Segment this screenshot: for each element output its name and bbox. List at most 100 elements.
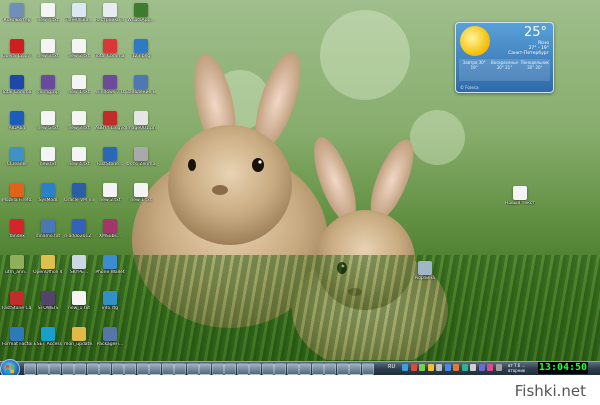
desktop-icon[interactable]: dinamo.txt xyxy=(33,219,63,239)
desktop-icon[interactable]: d-addo2012... xyxy=(64,219,94,239)
desktop-icon[interactable]: AIDA64 xyxy=(2,111,32,131)
desktop-icon[interactable]: CCleaner xyxy=(2,147,32,167)
desktop-icon[interactable]: 123.png xyxy=(126,39,156,59)
desktop-icon-label: Image001.png xyxy=(126,126,156,131)
desktop-icon[interactable]: info.rtg xyxy=(95,291,125,311)
desktop-icon[interactable]: Заявление маршрутн... xyxy=(126,75,156,95)
desktop-icon[interactable]: SysModl xyxy=(33,183,63,203)
desktop-icon-label: SKYPE... xyxy=(69,270,89,275)
desktop-icon-label: utm_ann... xyxy=(4,270,29,275)
desktop-icon[interactable]: new_1.txt xyxy=(64,291,94,311)
language-indicator[interactable]: RU xyxy=(388,364,395,370)
taskbar-app-button[interactable] xyxy=(199,363,211,375)
taskbar-app-button[interactable] xyxy=(299,363,311,375)
desktop-icon[interactable]: Yandex xyxy=(2,219,32,239)
weather-source[interactable]: © Foreca xyxy=(460,85,479,90)
tray-icon[interactable] xyxy=(461,364,468,371)
tray-icon[interactable] xyxy=(402,364,408,371)
desktop-icon[interactable]: Mozilla Firefox xyxy=(2,183,32,203)
taskbar-app-button[interactable] xyxy=(174,363,186,375)
taskbar-app-button[interactable] xyxy=(336,363,349,375)
desktop-icon-label: Opera 12.17 1263 xyxy=(2,54,32,59)
taskbar-app-button[interactable] xyxy=(36,363,49,375)
desktop-icon[interactable]: Opera 12.17 1263 xyxy=(2,39,32,59)
taskbar-app-button[interactable] xyxy=(74,363,86,375)
desktop-icon[interactable]: utm_ann... xyxy=(2,255,32,275)
desktop-icon[interactable]: Windows 7 USB/DVD... xyxy=(95,75,125,95)
taskbar-app-button[interactable] xyxy=(361,363,374,375)
tray-date[interactable]: вт 7.6 ... вторник xyxy=(508,363,525,373)
tray-icon[interactable] xyxy=(487,364,493,371)
desktop-icon[interactable]: ABBYY Lingvo x5 xyxy=(95,111,125,131)
desktop-icon[interactable]: new 1 txt xyxy=(126,183,156,203)
tray-icon[interactable] xyxy=(410,364,417,371)
taskbar-app-button[interactable] xyxy=(236,363,249,375)
desktop-icon[interactable]: Format Factory xyxy=(2,327,32,347)
desktop-icon[interactable]: Панелька... xyxy=(64,3,94,23)
taskbar-app-button[interactable] xyxy=(274,363,286,375)
desktop-icon[interactable]: Oracle VM VirtualBox xyxy=(64,183,94,203)
desktop-icon[interactable]: new 2.txt xyxy=(64,39,94,59)
desktop-icon[interactable]: OpenOffice 4.0.1 xyxy=(33,255,63,275)
desktop-icon[interactable]: new 5.txt xyxy=(33,111,63,131)
taskbar-app-button[interactable] xyxy=(86,363,99,375)
desktop-icon[interactable]: new 3.txt xyxy=(64,111,94,131)
desktop-icon[interactable]: настройки drweb.txt xyxy=(95,3,125,23)
desktop-icon[interactable]: STOWEIS xyxy=(33,291,63,311)
tray-icon[interactable] xyxy=(478,364,485,371)
desktop-icon[interactable]: new 1.txt xyxy=(64,75,94,95)
desktop-icon[interactable]: Компьютер xyxy=(2,3,32,23)
desktop-icon[interactable]: new 4.txt xyxy=(64,147,94,167)
desktop-icon[interactable]: Total Commander xyxy=(95,39,125,59)
desktop-icon[interactable]: WhatsApp... xyxy=(126,3,156,23)
taskbar-app-button[interactable] xyxy=(249,363,261,375)
desktop-icon[interactable]: XMSubs... xyxy=(95,219,125,239)
file-icon xyxy=(10,255,24,269)
desktop-icon-label: Корзина xyxy=(415,276,435,281)
taskbar-app-button[interactable] xyxy=(136,363,149,375)
taskbar-app-button[interactable] xyxy=(211,363,224,375)
weather-gadget[interactable]: 25° Ясно 27° - 19° Санкт-Петербург Завтр… xyxy=(455,22,554,93)
taskbar-app-button[interactable] xyxy=(224,363,236,375)
desktop-icon[interactable]: new 4.txt xyxy=(33,3,63,23)
taskbar-app-button[interactable] xyxy=(349,363,361,375)
desktop-icon[interactable]: SKYPE... xyxy=(64,255,94,275)
taskbar-app-button[interactable] xyxy=(61,363,74,375)
desktop-icon[interactable]: Phone Wallet xyxy=(95,255,125,275)
taskbar-app-button[interactable] xyxy=(99,363,111,375)
tray-icon[interactable] xyxy=(436,364,442,371)
desktop-icon[interactable]: Корзина xyxy=(410,261,440,281)
desktop-icon[interactable]: new 3.txt xyxy=(33,39,63,59)
tray-icon[interactable] xyxy=(495,364,502,371)
desktop-icon[interactable]: FastStone Capture xyxy=(2,291,32,311)
desktop-icon[interactable]: PackageFi... xyxy=(95,327,125,347)
desktop-icon[interactable]: new.txt xyxy=(33,147,63,167)
taskbar-app-button[interactable] xyxy=(311,363,324,375)
desktop-icon[interactable]: FastStone... xyxy=(95,147,125,167)
taskbar-app-button[interactable] xyxy=(324,363,336,375)
taskbar-app-button[interactable] xyxy=(111,363,124,375)
tray-icon[interactable] xyxy=(444,364,451,371)
desktop-icon[interactable]: ESET Access xyxy=(33,327,63,347)
desktop-icon[interactable]: mon_update... xyxy=(64,327,94,347)
tray-icon[interactable] xyxy=(453,364,459,371)
desktop-icon[interactable]: Фото Zenmag... xyxy=(126,147,156,167)
desktop-icon[interactable]: Новый текстовый... xyxy=(505,186,535,206)
taskbar-app-button[interactable] xyxy=(286,363,299,375)
taskbar-app-button[interactable] xyxy=(186,363,199,375)
desktop-icon[interactable]: Total Commander xyxy=(2,75,32,95)
taskbar-app-button[interactable] xyxy=(24,363,36,375)
desktop-icon-label: Панелька... xyxy=(65,18,93,23)
tray-icon[interactable] xyxy=(427,364,434,371)
desktop-icon[interactable]: Image001.png xyxy=(126,111,156,131)
tray-icon[interactable] xyxy=(470,364,476,371)
taskbar-app-button[interactable] xyxy=(49,363,61,375)
taskbar-app-button[interactable] xyxy=(261,363,274,375)
desktop-icon[interactable]: config.zip xyxy=(33,75,63,95)
taskbar-app-button[interactable] xyxy=(161,363,174,375)
desktop-icon[interactable]: new 2.txt xyxy=(95,183,125,203)
tray-icon[interactable] xyxy=(419,364,425,371)
taskbar-app-button[interactable] xyxy=(124,363,136,375)
taskbar-app-button[interactable] xyxy=(149,363,161,375)
taskbar-clock[interactable]: 13:04:50 xyxy=(538,362,588,374)
